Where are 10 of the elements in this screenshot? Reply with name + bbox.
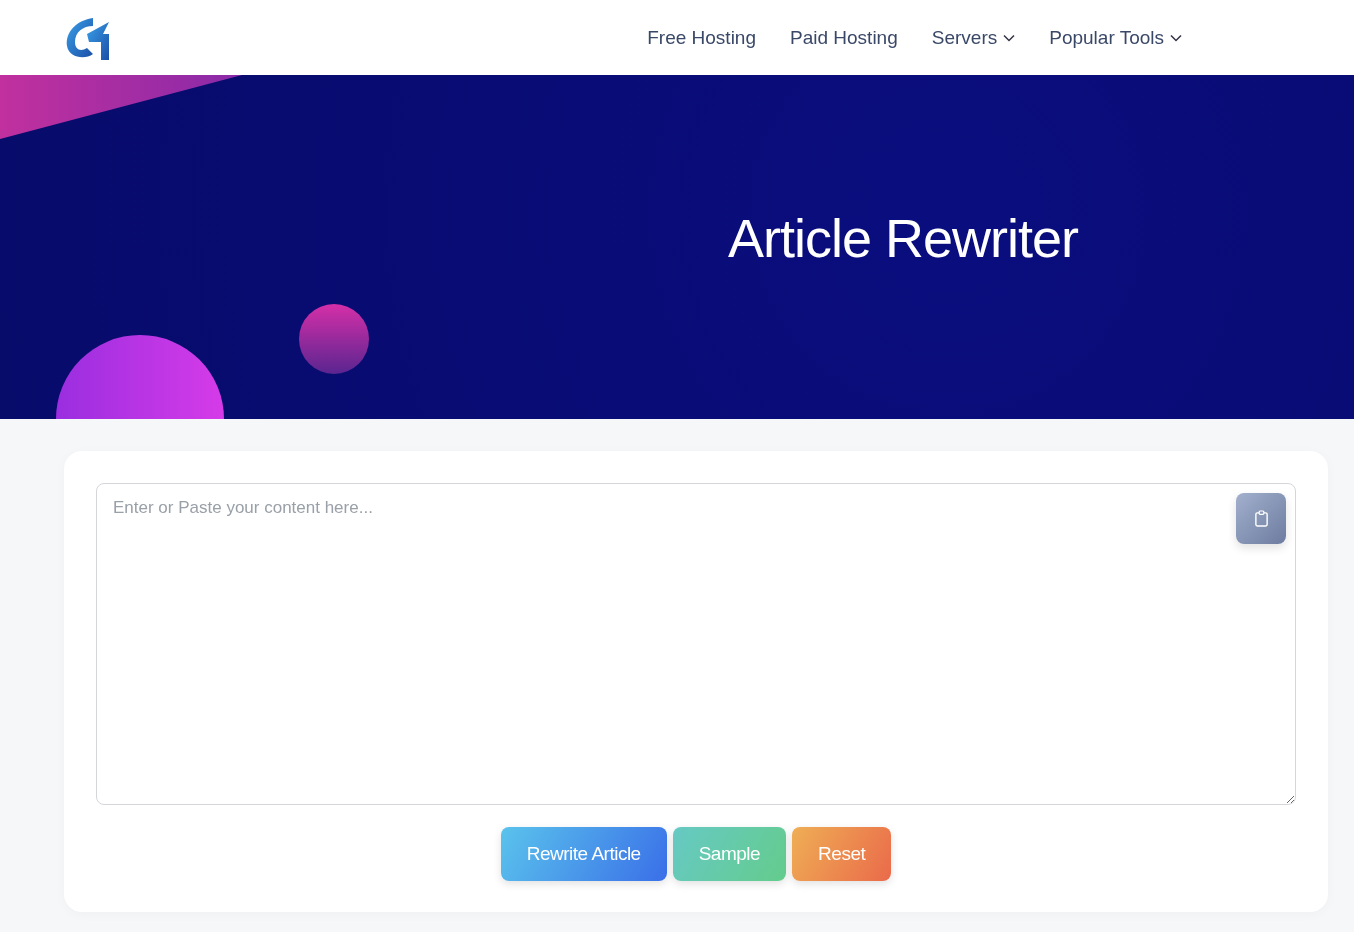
paste-button[interactable]	[1236, 493, 1286, 544]
chevron-down-icon	[1170, 33, 1182, 42]
content-input-field[interactable]: Enter or Paste your content here...	[96, 483, 1296, 805]
chevron-down-icon	[1003, 33, 1016, 42]
nav-link[interactable]: Popular Tools	[1049, 26, 1182, 49]
nav-link[interactable]: Paid Hosting	[790, 26, 898, 49]
nav-link[interactable]: Free Hosting	[647, 26, 756, 49]
nav-link[interactable]: Servers	[931, 26, 1016, 49]
page-title: Article Rewriter	[728, 207, 1079, 269]
clipboard-icon	[1253, 510, 1269, 527]
